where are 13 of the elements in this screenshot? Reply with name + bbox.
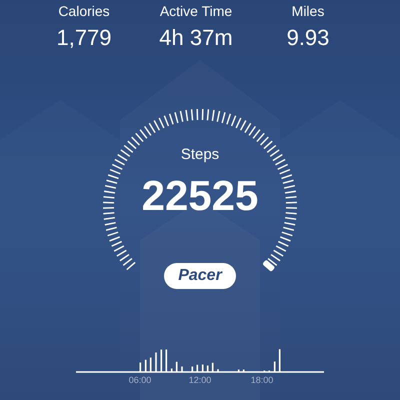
stat-value: 9.93 xyxy=(286,24,330,52)
time-label: 06:00 xyxy=(128,375,152,385)
time-label: 12:00 xyxy=(188,375,212,385)
gauge-knob xyxy=(262,260,276,272)
brand-logo: Pacer xyxy=(164,263,236,289)
time-label: 18:00 xyxy=(250,375,274,385)
stat-label: Active Time xyxy=(160,2,232,20)
stat-value: 4h 37m xyxy=(159,24,233,52)
steps-value: 22525 xyxy=(140,171,260,221)
stat-label: Miles xyxy=(292,2,324,20)
stat-label: Calories xyxy=(58,2,110,20)
steps-label: Steps xyxy=(180,146,220,164)
stat-value: 1,779 xyxy=(56,24,112,52)
